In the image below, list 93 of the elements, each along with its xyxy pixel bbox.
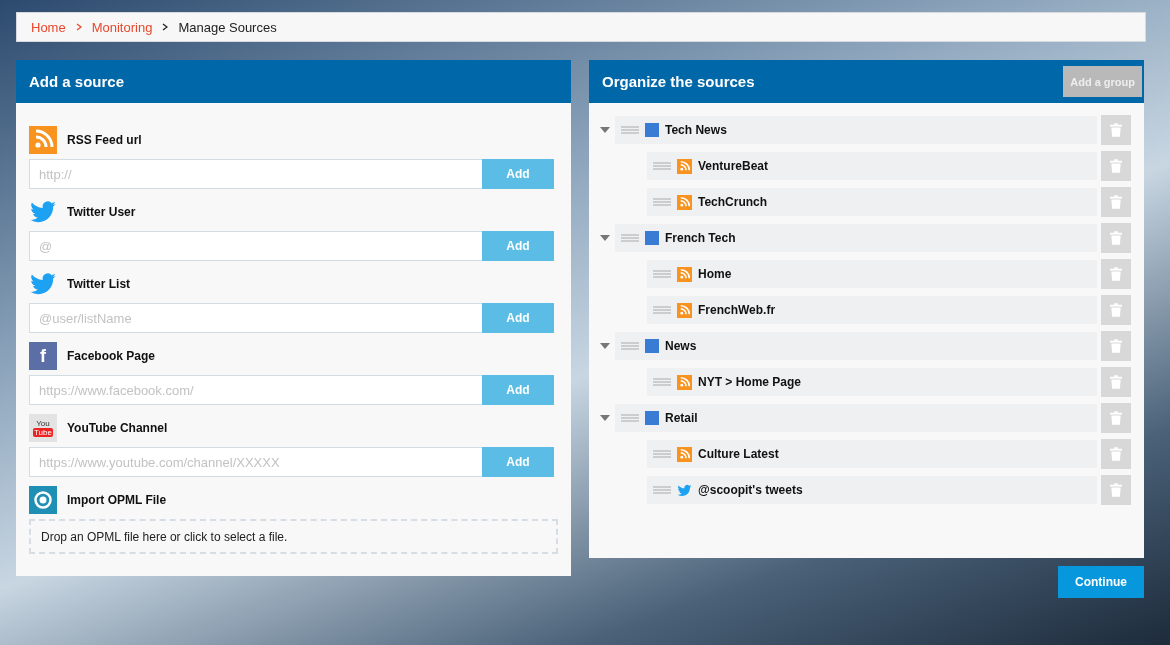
group-row[interactable]: News xyxy=(615,332,1097,360)
group-name: News xyxy=(665,339,697,353)
source-label: Twitter User xyxy=(67,205,136,219)
source-input-field[interactable]: https://www.facebook.com/ xyxy=(29,375,482,405)
drag-handle-icon[interactable] xyxy=(653,378,671,386)
drag-handle-icon[interactable] xyxy=(653,270,671,278)
source-name: NYT > Home Page xyxy=(698,375,802,389)
drag-handle-icon[interactable] xyxy=(621,414,639,422)
trash-icon xyxy=(1110,375,1122,389)
group-name: Tech News xyxy=(665,123,727,137)
chevron-icon xyxy=(162,23,169,31)
delete-button[interactable] xyxy=(1101,475,1131,505)
rss-icon xyxy=(677,374,692,390)
source-row[interactable]: Culture Latest xyxy=(647,440,1097,468)
bird-icon xyxy=(677,482,692,498)
delete-button[interactable] xyxy=(1101,331,1131,361)
source-name: Culture Latest xyxy=(698,447,779,461)
source-label: YouTube Channel xyxy=(67,421,168,435)
drag-handle-icon[interactable] xyxy=(653,162,671,170)
source-row[interactable]: @scoopit's tweets xyxy=(647,476,1097,504)
folder-square-icon xyxy=(645,339,659,353)
group-row[interactable]: Tech News xyxy=(615,116,1097,144)
group-row[interactable]: French Tech xyxy=(615,224,1097,252)
panel-title: Add a source xyxy=(29,73,125,90)
source-row[interactable]: NYT > Home Page xyxy=(647,368,1097,396)
rss-icon xyxy=(29,126,57,154)
facebook-icon: f xyxy=(29,342,57,370)
rss-icon xyxy=(677,302,692,318)
rss-icon xyxy=(677,194,692,210)
trash-icon xyxy=(1110,303,1122,317)
trash-icon xyxy=(1110,483,1122,497)
group-row[interactable]: Retail xyxy=(615,404,1097,432)
source-row[interactable]: FrenchWeb.fr xyxy=(647,296,1097,324)
delete-button[interactable] xyxy=(1101,439,1131,469)
source-name: @scoopit's tweets xyxy=(698,483,803,497)
source-input-field[interactable]: https://www.youtube.com/channel/XXXXX xyxy=(29,447,482,477)
chevron-icon xyxy=(75,23,82,31)
drag-handle-icon[interactable] xyxy=(621,234,639,242)
target-icon xyxy=(29,486,57,514)
delete-button[interactable] xyxy=(1101,151,1131,181)
trash-icon xyxy=(1110,447,1122,461)
rss-icon xyxy=(677,158,692,174)
source-name: FrenchWeb.fr xyxy=(698,303,776,317)
folder-square-icon xyxy=(645,231,659,245)
source-row[interactable]: VentureBeat xyxy=(647,152,1097,180)
group-name: Retail xyxy=(665,411,698,425)
source-input-field[interactable]: @user/listName xyxy=(29,303,482,333)
folder-square-icon xyxy=(645,411,659,425)
source-input-field[interactable]: http:// xyxy=(29,159,482,189)
trash-icon xyxy=(1110,339,1122,353)
delete-button[interactable] xyxy=(1101,295,1131,325)
caret-icon[interactable] xyxy=(600,127,610,133)
delete-button[interactable] xyxy=(1101,115,1131,145)
source-input-field[interactable]: @ xyxy=(29,231,482,261)
trash-icon xyxy=(1110,231,1122,245)
youtube-icon: You Tube xyxy=(29,414,57,442)
rss-icon xyxy=(677,446,692,462)
drag-handle-icon[interactable] xyxy=(653,306,671,314)
group-name: French Tech xyxy=(665,231,736,245)
caret-icon[interactable] xyxy=(600,415,610,421)
trash-icon xyxy=(1110,195,1122,209)
breadcrumb-link[interactable]: Monitoring xyxy=(91,19,153,35)
panel-title: Organize the sources xyxy=(602,73,755,90)
drag-handle-icon[interactable] xyxy=(653,450,671,458)
delete-button[interactable] xyxy=(1101,403,1131,433)
caret-icon[interactable] xyxy=(600,235,610,241)
delete-button[interactable] xyxy=(1101,187,1131,217)
source-name: VentureBeat xyxy=(698,159,769,173)
drag-handle-icon[interactable] xyxy=(621,342,639,350)
delete-button[interactable] xyxy=(1101,367,1131,397)
source-row[interactable]: Home xyxy=(647,260,1097,288)
caret-icon[interactable] xyxy=(600,343,610,349)
breadcrumb-current: Manage Sources xyxy=(178,19,277,35)
drag-handle-icon[interactable] xyxy=(621,126,639,134)
rss-icon xyxy=(677,266,692,282)
source-label: Import OPML File xyxy=(67,493,167,507)
breadcrumb-link[interactable]: Home xyxy=(31,19,66,35)
source-label: RSS Feed url xyxy=(67,133,142,147)
trash-icon xyxy=(1110,267,1122,281)
trash-icon xyxy=(1110,411,1122,425)
folder-square-icon xyxy=(645,123,659,137)
source-label: Facebook Page xyxy=(67,349,156,363)
delete-button[interactable] xyxy=(1101,223,1131,253)
source-name: Home xyxy=(698,267,732,281)
source-row[interactable]: TechCrunch xyxy=(647,188,1097,216)
drag-handle-icon[interactable] xyxy=(653,486,671,494)
drag-handle-icon[interactable] xyxy=(653,198,671,206)
source-name: TechCrunch xyxy=(698,195,768,209)
source-label: Twitter List xyxy=(67,277,131,291)
trash-icon xyxy=(1110,123,1122,137)
delete-button[interactable] xyxy=(1101,259,1131,289)
file-drop-zone[interactable]: Drop an OPML file here or click to select a file. xyxy=(29,519,558,554)
trash-icon xyxy=(1110,159,1122,173)
